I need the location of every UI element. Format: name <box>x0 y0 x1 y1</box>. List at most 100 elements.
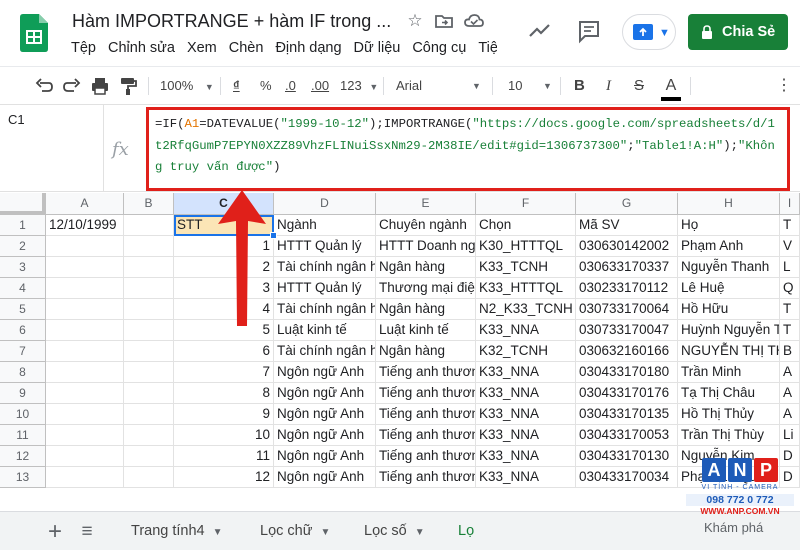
grid-cell[interactable]: 030233170112 <box>576 278 678 299</box>
row-header[interactable]: 1 <box>0 215 46 236</box>
grid-cell[interactable]: 8 <box>174 383 274 404</box>
row-header[interactable]: 9 <box>0 383 46 404</box>
grid-cell[interactable]: K33_NNA <box>476 446 576 467</box>
grid-cell[interactable]: A <box>780 362 800 383</box>
grid-cell[interactable] <box>46 383 124 404</box>
column-header[interactable]: D <box>274 193 376 215</box>
sheet-tab[interactable]: Lọc số ▼ <box>364 512 425 550</box>
grid-cell[interactable]: 030632160166 <box>576 341 678 362</box>
grid-cell[interactable] <box>124 446 174 467</box>
grid-cell[interactable]: 6 <box>174 341 274 362</box>
grid-cell[interactable]: Luật kinh tế <box>274 320 376 341</box>
grid-cell[interactable]: Hồ Thị Thủy <box>678 404 780 425</box>
grid-cell[interactable]: Tài chính ngân hàng <box>274 257 376 278</box>
grid-cell[interactable] <box>124 383 174 404</box>
column-header[interactable]: B <box>124 193 174 215</box>
grid-cell[interactable]: T <box>780 299 800 320</box>
paint-format-icon[interactable] <box>118 75 138 97</box>
grid-cell[interactable]: Tiếng anh thương mại <box>376 362 476 383</box>
grid-cell[interactable]: Li <box>780 425 800 446</box>
sheet-tab[interactable]: Trang tính4 ▼ <box>131 512 223 550</box>
grid-cell[interactable]: K33_NNA <box>476 404 576 425</box>
menu-view[interactable]: Xem <box>187 40 217 56</box>
more-tools-icon[interactable]: ⋮ <box>776 75 792 97</box>
all-sheets-icon[interactable]: ≡ <box>76 521 98 543</box>
grid-cell[interactable]: 12 <box>174 467 274 488</box>
grid-cell[interactable]: K30_HTTTQL <box>476 236 576 257</box>
grid-cell[interactable]: K33_NNA <box>476 467 576 488</box>
grid-cell[interactable]: Trần Minh <box>678 362 780 383</box>
row-header[interactable]: 6 <box>0 320 46 341</box>
grid-cell[interactable]: Ngành <box>274 215 376 236</box>
percent-format-button[interactable]: % <box>260 75 272 97</box>
grid-cell[interactable]: K32_TCNH <box>476 341 576 362</box>
grid-cell[interactable]: Trần Thị Thùy <box>678 425 780 446</box>
column-header[interactable]: H <box>678 193 780 215</box>
grid-cell[interactable]: 030633170337 <box>576 257 678 278</box>
font-family-select[interactable]: Arial ▼ <box>396 75 484 97</box>
menu-format[interactable]: Định dạng <box>275 40 341 56</box>
grid-cell[interactable] <box>46 278 124 299</box>
sheets-logo-icon[interactable] <box>20 14 48 52</box>
grid-cell[interactable]: Tiếng anh thương mại <box>376 467 476 488</box>
grid-cell[interactable]: Tài chính ngân hàng <box>274 341 376 362</box>
grid-cell[interactable]: HTTT Quản lý <box>274 278 376 299</box>
grid-cell[interactable] <box>46 404 124 425</box>
present-button[interactable]: ▼ <box>622 14 676 50</box>
column-header[interactable]: G <box>576 193 678 215</box>
grid-cell[interactable]: NGUYỄN THỊ THU <box>678 341 780 362</box>
grid-cell[interactable]: K33_HTTTQL <box>476 278 576 299</box>
grid-cell[interactable] <box>46 299 124 320</box>
grid-cell[interactable]: Hồ Hữu <box>678 299 780 320</box>
name-box[interactable]: C1 <box>0 105 104 191</box>
grid-cell[interactable]: Lê Huệ <box>678 278 780 299</box>
grid-cell[interactable]: 030433170176 <box>576 383 678 404</box>
grid-cell[interactable] <box>46 467 124 488</box>
grid-cell[interactable] <box>124 425 174 446</box>
grid-cell[interactable]: Chuyên ngành <box>376 215 476 236</box>
grid-cell[interactable] <box>124 278 174 299</box>
grid-cell[interactable]: Thương mại điện tử <box>376 278 476 299</box>
decrease-decimals-button[interactable]: .0 <box>285 75 296 97</box>
select-all-corner[interactable] <box>0 193 46 215</box>
grid-cell[interactable] <box>124 257 174 278</box>
zoom-select[interactable]: 100% ▼ <box>160 75 216 97</box>
text-color-button[interactable]: A <box>661 75 681 101</box>
activity-trend-icon[interactable] <box>527 18 553 44</box>
grid-cell[interactable]: V <box>780 236 800 257</box>
document-title[interactable]: Hàm IMPORTRANGE + hàm IF trong ... <box>72 11 391 32</box>
grid-cell[interactable] <box>124 362 174 383</box>
grid-cell[interactable]: Ngôn ngữ Anh <box>274 446 376 467</box>
star-icon[interactable]: ☆ <box>404 10 426 32</box>
strikethrough-button[interactable]: S <box>634 75 644 97</box>
grid-cell[interactable]: Mã SV <box>576 215 678 236</box>
row-header[interactable]: 13 <box>0 467 46 488</box>
row-header[interactable]: 8 <box>0 362 46 383</box>
italic-button[interactable]: I <box>606 75 611 97</box>
menu-insert[interactable]: Chèn <box>229 40 264 56</box>
grid-cell[interactable] <box>124 467 174 488</box>
grid-cell[interactable] <box>124 299 174 320</box>
grid-cell[interactable]: Tiếng anh thương mại <box>376 383 476 404</box>
grid-cell[interactable] <box>46 320 124 341</box>
menu-data[interactable]: Dữ liệu <box>354 40 401 56</box>
menu-edit[interactable]: Chỉnh sửa <box>108 40 175 56</box>
grid-cell[interactable]: N2_K33_TCNH <box>476 299 576 320</box>
grid-cell[interactable]: Ngân hàng <box>376 341 476 362</box>
row-header[interactable]: 4 <box>0 278 46 299</box>
grid-cell[interactable]: 030433170135 <box>576 404 678 425</box>
column-header[interactable]: E <box>376 193 476 215</box>
grid-cell[interactable]: K33_TCNH <box>476 257 576 278</box>
row-header[interactable]: 10 <box>0 404 46 425</box>
grid-cell[interactable] <box>124 320 174 341</box>
font-size-select[interactable]: 10 ▼ <box>508 75 554 97</box>
grid-cell[interactable]: Tiếng anh thương mại <box>376 425 476 446</box>
add-sheet-icon[interactable]: + <box>44 520 66 544</box>
grid-cell[interactable]: 030733170047 <box>576 320 678 341</box>
share-button[interactable]: Chia Sẻ <box>688 14 788 50</box>
row-header[interactable]: 11 <box>0 425 46 446</box>
grid-cell[interactable]: Ngôn ngữ Anh <box>274 404 376 425</box>
grid-cell[interactable]: Ngôn ngữ Anh <box>274 383 376 404</box>
grid-cell[interactable] <box>46 425 124 446</box>
grid-cell[interactable]: 030733170064 <box>576 299 678 320</box>
